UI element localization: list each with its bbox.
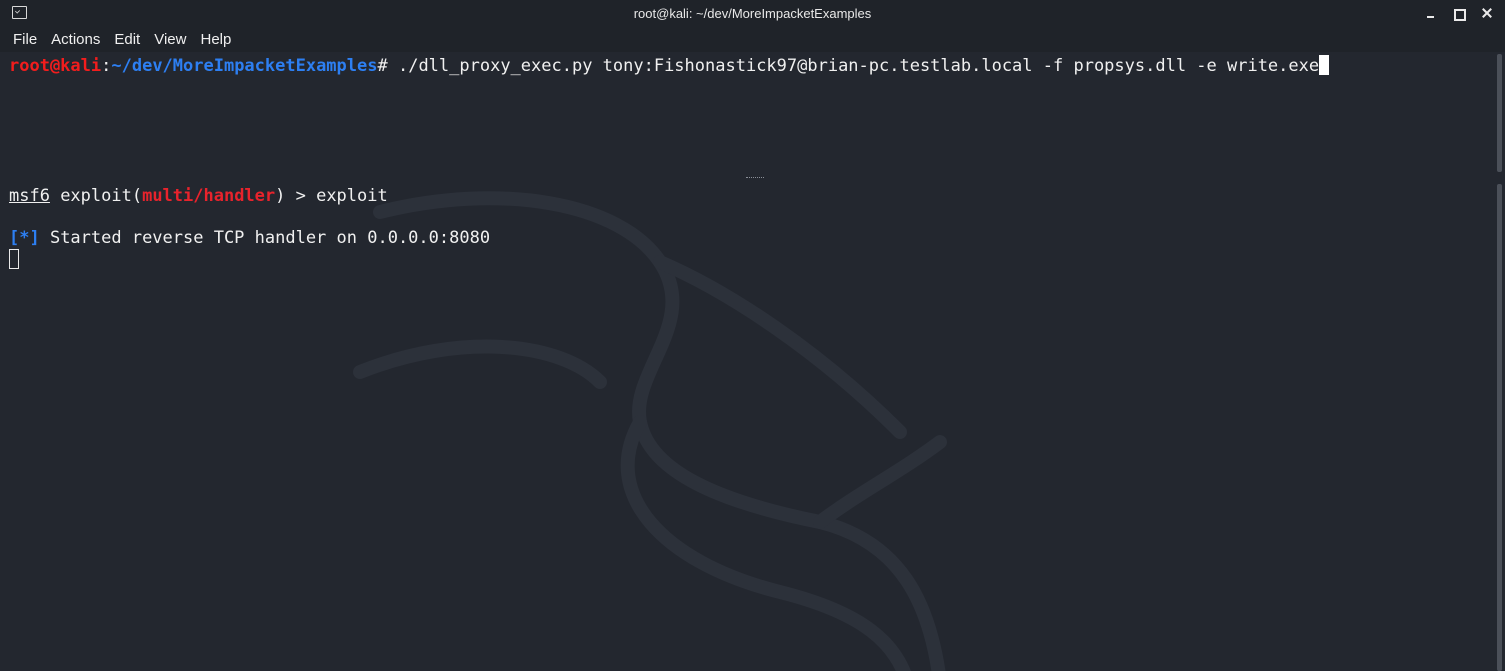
menu-view[interactable]: View [147, 31, 193, 48]
pane-splitter-handle[interactable] [746, 177, 764, 181]
maximize-icon[interactable] [1451, 4, 1467, 22]
scrollbar-thumb-bottom-pane[interactable] [1497, 184, 1502, 671]
terminal-icon[interactable] [12, 6, 27, 19]
prompt-path: ~/dev/MoreImpacketExamples [111, 56, 378, 76]
hollow-cursor [9, 249, 19, 269]
menu-edit[interactable]: Edit [107, 31, 147, 48]
scrollbar-thumb-top-pane[interactable] [1497, 54, 1502, 172]
window-title: root@kali: ~/dev/MoreImpacketExamples [633, 5, 872, 21]
kali-dragon-watermark [353, 191, 947, 671]
menu-actions[interactable]: Actions [44, 31, 107, 48]
terminal-area[interactable]: root@kali:~/dev/MoreImpacketExamples# ./… [0, 52, 1493, 671]
menu-file[interactable]: File [6, 31, 44, 48]
prompt-user-host: root@kali [9, 56, 102, 76]
command-line: root@kali:~/dev/MoreImpacketExamples# ./… [9, 55, 1330, 77]
menu-help[interactable]: Help [193, 31, 238, 48]
msf-prompt-line: msf6 exploit(multi/handler) > exploit [9, 185, 388, 207]
text-cursor [1319, 55, 1330, 75]
window-controls [1423, 4, 1495, 22]
msf-prefix: msf6 [9, 186, 50, 206]
scrollbar[interactable] [1493, 52, 1505, 671]
msf-module: multi/handler [142, 186, 276, 206]
prompt-colon: : [101, 56, 112, 76]
minimize-icon[interactable] [1423, 4, 1439, 22]
status-text: Started reverse TCP handler on 0.0.0.0:8… [39, 228, 491, 248]
close-icon[interactable] [1479, 4, 1495, 22]
prompt-symbol: # [377, 56, 398, 76]
msf-exploit-close: ) > exploit [275, 186, 388, 206]
title-bar: root@kali: ~/dev/MoreImpacketExamples [0, 0, 1505, 26]
msf-status-line: [*] Started reverse TCP handler on 0.0.0… [9, 227, 490, 249]
command-text: ./dll_proxy_exec.py tony:Fishonastick97@… [397, 56, 1320, 76]
msf-exploit-open: exploit( [49, 186, 143, 206]
menu-bar: File Actions Edit View Help [0, 26, 1505, 52]
status-marker: [*] [9, 228, 40, 248]
